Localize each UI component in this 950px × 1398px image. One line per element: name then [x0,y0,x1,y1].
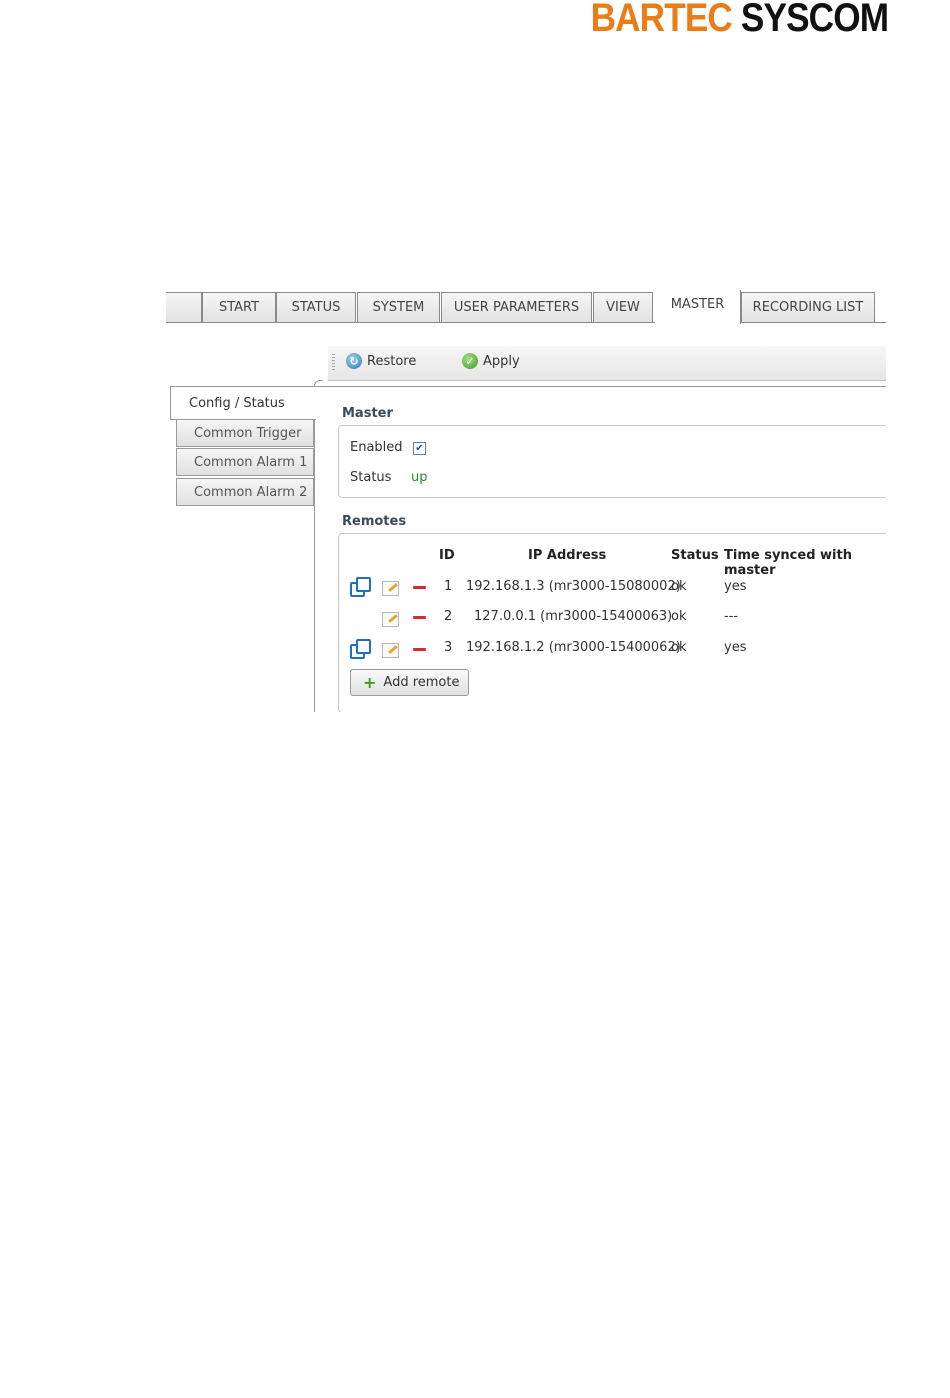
tab-status[interactable]: STATUS [276,292,356,322]
tab-view[interactable]: VIEW [593,292,653,322]
row-ip: 192.168.1.3 (mr3000-15080002) [466,579,681,594]
tab-user-parameters[interactable]: USER PARAMETERS [441,292,592,322]
sidebar-item-common-trigger[interactable]: Common Trigger [176,419,314,447]
apply-button[interactable]: ✓ Apply [462,353,520,369]
status-value: up [411,470,428,485]
master-fieldset: Enabled ✔ Status up [338,425,886,498]
row-id: 2 [444,609,453,624]
row-ip: 127.0.0.1 (mr3000-15400063) [474,609,673,624]
app-window: START STATUS SYSTEM USER PARAMETERS VIEW… [166,290,886,712]
toolbar: ↻ Restore ✓ Apply [328,346,886,381]
master-section-title: Master [342,406,393,421]
edit-icon[interactable] [382,643,399,658]
remove-icon[interactable] [413,616,426,619]
column-header-status: Status [671,548,719,563]
status-label: Status [350,470,392,485]
restore-label: Restore [367,353,417,369]
row-synced: yes [724,579,747,594]
sidebar-item-common-alarm-2[interactable]: Common Alarm 2 [176,478,314,506]
toolbar-grip [332,354,335,372]
column-header-synced: Time synced with master [724,548,852,578]
plus-icon: + [363,672,377,692]
tab-start[interactable]: START [202,292,276,322]
restore-button[interactable]: ↻ Restore [346,353,416,369]
sidebar-item-common-alarm-1[interactable]: Common Alarm 1 [176,448,314,476]
enabled-label: Enabled [350,440,403,455]
add-remote-label: Add remote [383,675,460,690]
sidebar-item-config-status[interactable]: Config / Status [170,386,316,420]
column-header-ip: IP Address [528,548,607,563]
row-status: ok [671,609,687,624]
row-status: ok [671,640,687,655]
tab-master[interactable]: MASTER [655,290,741,324]
row-status: ok [671,579,687,594]
edit-icon[interactable] [382,581,399,596]
remotes-section-title: Remotes [342,514,407,529]
row-id: 1 [444,579,453,594]
link-icon[interactable] [350,639,371,659]
tab-system[interactable]: SYSTEM [357,292,440,322]
row-ip: 192.168.1.2 (mr3000-15400062) [466,640,681,655]
brand-logo: BARTEC SYSCOM [590,0,888,41]
brand-part1: BARTEC [590,0,732,40]
remove-icon[interactable] [413,586,426,589]
row-synced: yes [724,640,747,655]
tab-blank[interactable] [166,292,202,322]
column-header-id: ID [439,548,455,563]
restore-icon: ↻ [346,353,362,369]
tab-recording-list[interactable]: RECORDING LIST [741,292,875,322]
remove-icon[interactable] [413,648,426,651]
main-tab-bar: START STATUS SYSTEM USER PARAMETERS VIEW… [166,290,886,324]
add-remote-button[interactable]: + Add remote [350,669,469,696]
apply-label: Apply [483,353,520,369]
row-synced: --- [724,609,739,624]
link-icon[interactable] [350,577,371,597]
brand-part2: SYSCOM [740,0,889,40]
row-id: 3 [444,640,453,655]
apply-icon: ✓ [462,353,478,369]
edit-icon[interactable] [382,612,399,627]
enabled-checkbox[interactable]: ✔ [413,442,426,455]
